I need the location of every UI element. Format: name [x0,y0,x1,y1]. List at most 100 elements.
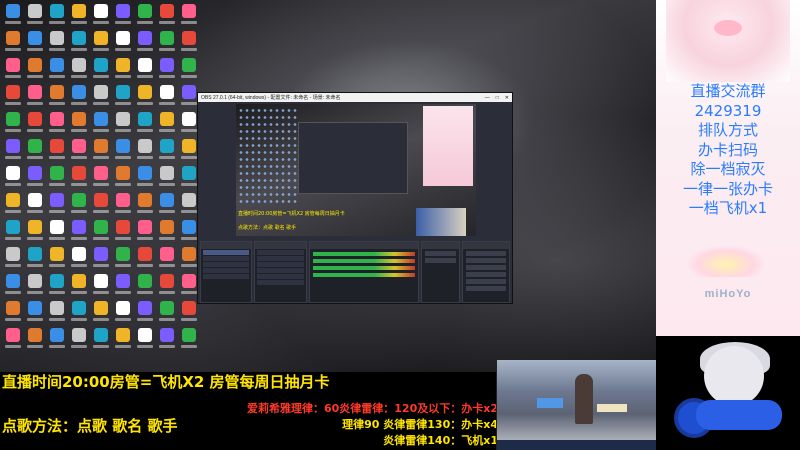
source-item[interactable] [256,280,305,285]
desktop-shortcut-icon[interactable] [90,326,112,353]
desktop-shortcut-icon[interactable] [24,2,46,29]
desktop-shortcut-icon[interactable] [2,245,24,272]
desktop-shortcut-icon[interactable] [134,245,156,272]
desktop-shortcut-icon[interactable] [2,83,24,110]
desktop-shortcut-icon[interactable] [112,272,134,299]
desktop-shortcut-icon[interactable] [24,164,46,191]
desktop-shortcut-icon[interactable] [112,299,134,326]
desktop-shortcut-icon[interactable] [156,218,178,245]
desktop-shortcut-icon[interactable] [68,326,90,353]
desktop-shortcut-icon[interactable] [156,245,178,272]
desktop-shortcut-icon[interactable] [24,191,46,218]
desktop-shortcut-icon[interactable] [90,191,112,218]
desktop-shortcut-icon[interactable] [134,2,156,29]
desktop-shortcut-icon[interactable] [156,2,178,29]
source-item[interactable] [256,256,305,261]
desktop-shortcut-icon[interactable] [156,164,178,191]
desktop-shortcut-icon[interactable] [46,83,68,110]
transition-select[interactable] [424,251,457,256]
desktop-shortcut-icon[interactable] [90,299,112,326]
minimize-icon[interactable]: — [485,95,490,101]
desktop-shortcut-icon[interactable] [90,272,112,299]
desktop-shortcut-icon[interactable] [90,110,112,137]
start-streaming-button[interactable] [466,251,506,256]
desktop-shortcut-icon[interactable] [46,245,68,272]
desktop-shortcut-icon[interactable] [134,164,156,191]
desktop-shortcut-icon[interactable] [46,29,68,56]
desktop-shortcut-icon[interactable] [68,83,90,110]
desktop-shortcut-icon[interactable] [68,191,90,218]
desktop-shortcut-icon[interactable] [24,110,46,137]
exit-button[interactable] [466,286,506,291]
obs-titlebar[interactable]: OBS 27.0.1 (64-bit, windows) - 配置文件: 未命名… [198,93,512,102]
controls-dock[interactable] [462,241,510,303]
desktop-shortcut-icon[interactable] [112,2,134,29]
source-item[interactable] [256,274,305,279]
desktop-shortcut-icon[interactable] [134,326,156,353]
desktop-shortcut-icon[interactable] [46,218,68,245]
source-item[interactable] [256,250,305,255]
desktop-shortcut-icon[interactable] [24,56,46,83]
desktop-shortcut-icon[interactable] [2,272,24,299]
desktop-shortcut-icon[interactable] [112,110,134,137]
desktop-shortcut-icon[interactable] [2,137,24,164]
desktop-shortcut-icon[interactable] [90,29,112,56]
settings-button[interactable] [466,279,506,284]
desktop-shortcut-icon[interactable] [134,191,156,218]
desktop-shortcut-icon[interactable] [68,56,90,83]
desktop-shortcut-icon[interactable] [2,29,24,56]
desktop-shortcut-icon[interactable] [156,110,178,137]
source-item[interactable] [256,268,305,273]
desktop-shortcut-icon[interactable] [156,137,178,164]
desktop-shortcut-icon[interactable] [112,56,134,83]
desktop-shortcut-icon[interactable] [112,191,134,218]
desktop-shortcut-icon[interactable] [24,218,46,245]
desktop-shortcut-icon[interactable] [112,326,134,353]
desktop-shortcut-icon[interactable] [24,299,46,326]
desktop-shortcut-icon[interactable] [156,191,178,218]
desktop-shortcut-icon[interactable] [68,137,90,164]
desktop-shortcut-icon[interactable] [134,83,156,110]
desktop-shortcut-icon[interactable] [2,164,24,191]
source-item[interactable] [256,262,305,267]
desktop-shortcut-icon[interactable] [178,56,200,83]
desktop-shortcut-icon[interactable] [112,164,134,191]
desktop-shortcut-icon[interactable] [90,56,112,83]
desktop-shortcut-icon[interactable] [134,110,156,137]
audio-mixer-dock[interactable] [309,241,419,303]
desktop-shortcut-icon[interactable] [68,272,90,299]
virtual-camera-button[interactable] [466,265,506,270]
desktop-shortcut-icon[interactable] [46,326,68,353]
window-controls[interactable]: — □ ✕ [485,95,509,101]
desktop-shortcut-icon[interactable] [2,56,24,83]
desktop-shortcut-icon[interactable] [24,245,46,272]
desktop-shortcut-icon[interactable] [46,56,68,83]
close-icon[interactable]: ✕ [505,95,509,101]
obs-preview[interactable]: 直播时间20:00房管=飞机X2 房管每周日抽月卡 点歌方法：点歌 歌名 歌手 [236,104,476,236]
desktop-shortcut-icon[interactable] [24,83,46,110]
desktop-shortcut-icon[interactable] [68,29,90,56]
desktop-shortcut-icon[interactable] [134,137,156,164]
desktop-shortcut-icon[interactable] [2,299,24,326]
desktop-shortcut-icon[interactable] [2,218,24,245]
desktop-shortcut-icon[interactable] [46,299,68,326]
desktop-shortcut-icon[interactable] [156,326,178,353]
desktop-shortcut-icon[interactable] [24,272,46,299]
desktop-shortcut-icon[interactable] [2,110,24,137]
desktop-shortcut-icon[interactable] [156,29,178,56]
desktop-shortcut-icon[interactable] [134,56,156,83]
desktop-shortcut-icon[interactable] [178,2,200,29]
desktop-shortcut-icon[interactable] [2,2,24,29]
desktop-shortcut-icon[interactable] [134,218,156,245]
desktop-shortcut-icon[interactable] [46,2,68,29]
desktop-shortcut-icon[interactable] [178,29,200,56]
scene-item[interactable] [203,250,249,255]
desktop-shortcut-icon[interactable] [156,83,178,110]
desktop-shortcut-icon[interactable] [178,326,200,353]
sources-dock[interactable] [253,241,308,303]
desktop-shortcut-icon[interactable] [46,272,68,299]
desktop-shortcut-icon[interactable] [134,29,156,56]
desktop-shortcut-icon[interactable] [68,110,90,137]
scenes-dock[interactable] [200,241,252,303]
scene-item[interactable] [203,268,249,273]
